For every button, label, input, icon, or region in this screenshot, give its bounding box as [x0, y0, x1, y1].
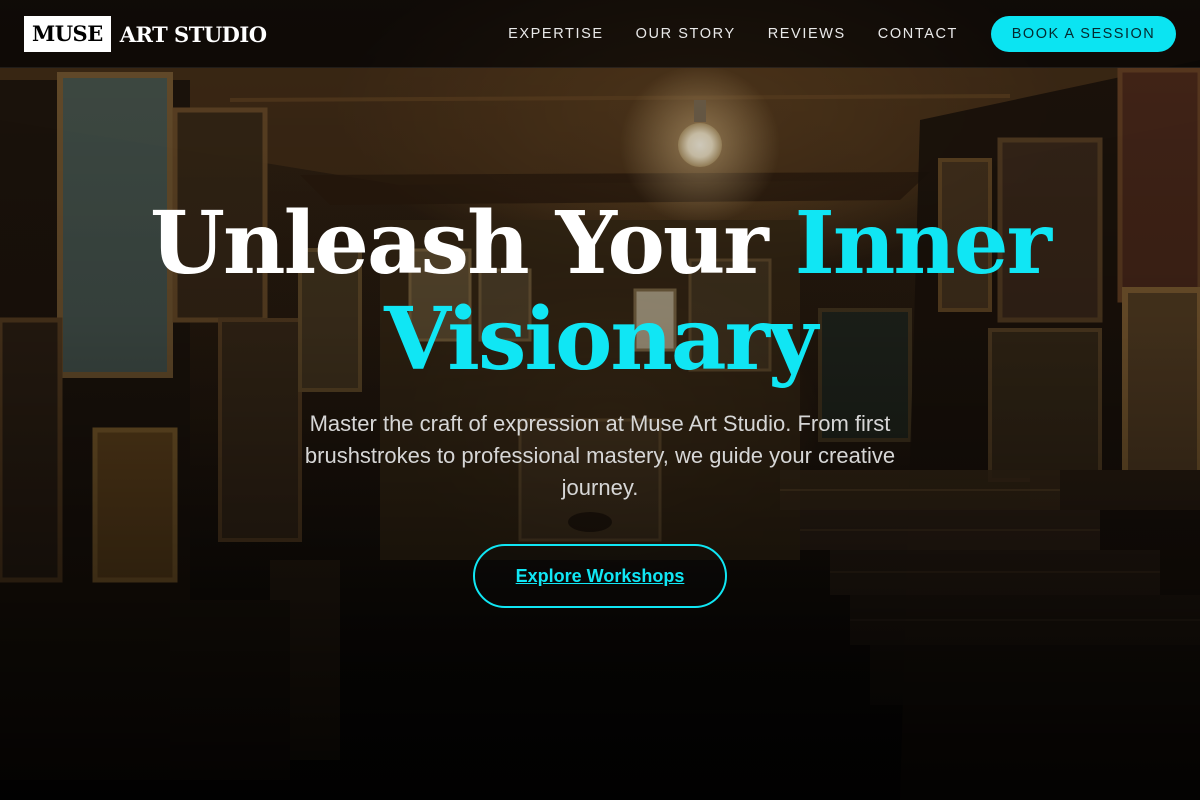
nav-link-reviews[interactable]: REVIEWS — [768, 26, 846, 42]
hero-dark-overlay — [0, 0, 1200, 800]
site-logo[interactable]: MUSE ART STUDIO — [24, 16, 267, 52]
main-nav: EXPERTISE OUR STORY REVIEWS CONTACT — [508, 0, 958, 68]
headline-white-part: Unleash Your — [150, 193, 795, 294]
hero-section: Unleash Your Inner Visionary Master the … — [0, 0, 1200, 800]
nav-link-our-story[interactable]: OUR STORY — [636, 26, 736, 42]
headline-cyan-part-2: Visionary — [384, 289, 818, 390]
headline-cyan-part-1: Inner — [794, 193, 1052, 294]
site-header: MUSE ART STUDIO EXPERTISE OUR STORY REVI… — [0, 0, 1200, 68]
explore-workshops-button[interactable]: Explore Workshops — [473, 544, 727, 608]
hero-headline: Unleash Your Inner Visionary — [0, 196, 1200, 388]
nav-link-contact[interactable]: CONTACT — [878, 26, 958, 42]
logo-mark: MUSE — [24, 16, 111, 52]
book-session-button[interactable]: BOOK A SESSION — [991, 16, 1176, 52]
nav-link-expertise[interactable]: EXPERTISE — [508, 26, 604, 42]
logo-wordmark: ART STUDIO — [119, 21, 267, 47]
hero-subtext: Master the craft of expression at Muse A… — [304, 411, 896, 500]
